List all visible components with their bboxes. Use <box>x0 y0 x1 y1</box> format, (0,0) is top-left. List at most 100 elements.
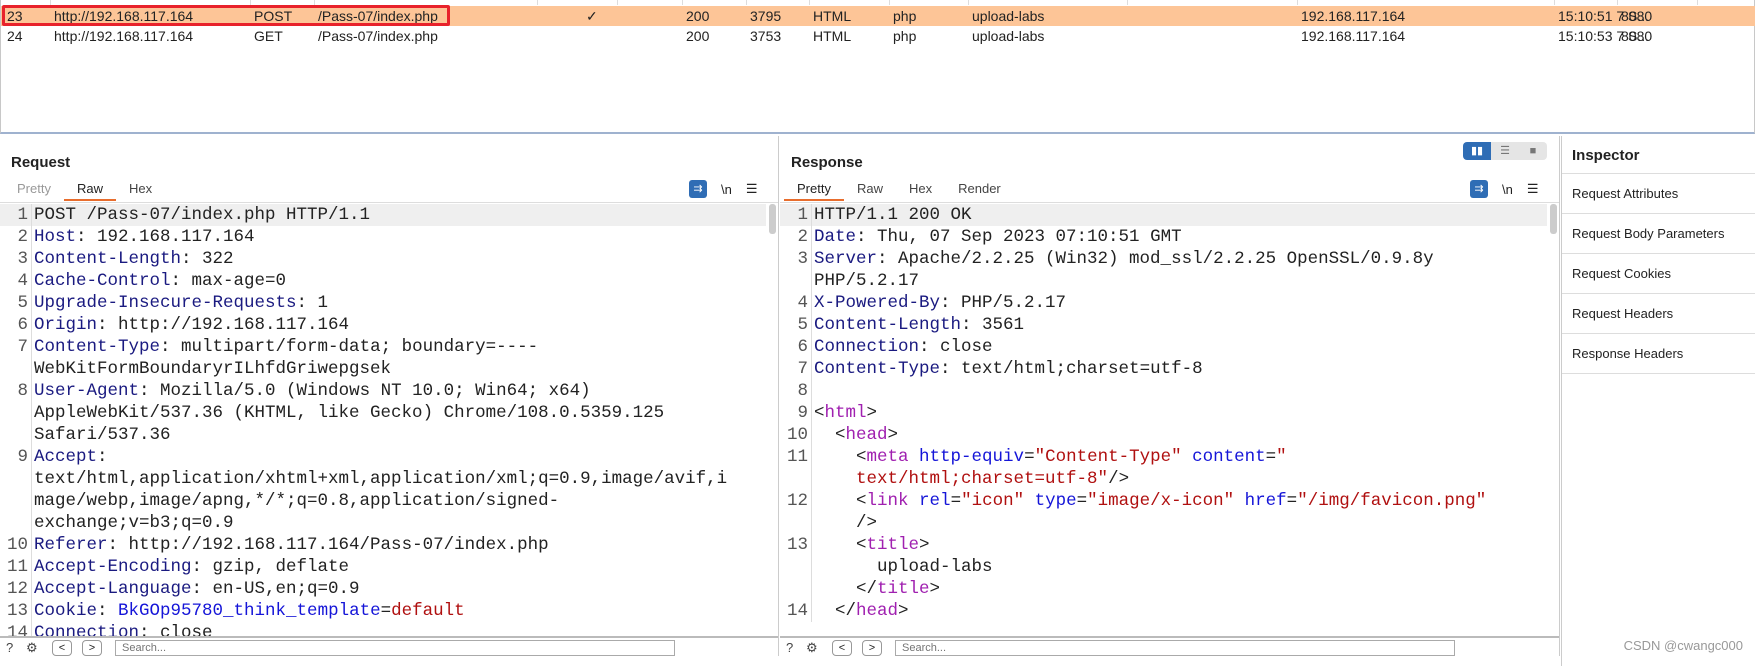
help-icon[interactable]: ? <box>6 640 13 655</box>
forward-button[interactable]: > <box>862 640 882 656</box>
code-token: : max-age=0 <box>170 271 287 291</box>
settings-icon[interactable]: ⚙ <box>806 640 818 656</box>
code-token: Content-Type <box>814 359 941 379</box>
newline-toggle-icon[interactable]: \n <box>721 182 732 197</box>
newline-toggle-icon[interactable]: \n <box>1502 182 1513 197</box>
code-token: Content-Length <box>34 249 182 269</box>
request-editor[interactable]: 1 POST /Pass-07/index.php HTTP/1.1 2 Host: … <box>0 204 766 636</box>
menu-icon[interactable]: ☰ <box>746 181 758 197</box>
code-token: < <box>814 403 825 423</box>
code-token: : <box>97 601 119 621</box>
inspector-item[interactable]: Request Headers <box>1562 294 1755 334</box>
cell-method: GET <box>254 28 283 44</box>
inspector-item[interactable]: Response Headers <box>1562 334 1755 374</box>
line-number: 7 <box>797 359 808 379</box>
inspector-title: Inspector <box>1562 136 1755 174</box>
forward-button[interactable]: > <box>82 640 102 656</box>
tab-hex[interactable]: Hex <box>116 179 165 201</box>
code-token: link <box>866 491 920 511</box>
code-line: 9 <html> <box>780 402 1547 424</box>
code-token: > <box>866 403 878 423</box>
settings-icon[interactable]: ⚙ <box>26 640 38 656</box>
code-token: > <box>887 425 899 445</box>
line-content: </head> <box>811 600 1525 622</box>
code-token: : text/html,application/xhtml+xml,applic… <box>34 447 728 533</box>
code-line: 5 Content-Length: 3561 <box>780 314 1547 336</box>
code-line: 8 <box>780 380 1547 402</box>
request-search-input[interactable] <box>115 640 675 656</box>
inspector-item[interactable]: Request Cookies <box>1562 254 1755 294</box>
inspector-item[interactable]: Request Attributes <box>1562 174 1755 214</box>
inspector-item[interactable]: Request Body Parameters <box>1562 214 1755 254</box>
response-search-input[interactable] <box>895 640 1455 656</box>
code-token: Accept-Encoding <box>34 557 192 577</box>
inspector-panel: Inspector Request Attributes Request Body… <box>1561 136 1755 666</box>
wrap-lines-icon[interactable]: ⇉ <box>1470 180 1488 198</box>
response-pane: Response ▮▮ ☰ ■ Pretty Raw Hex Render ⇉ \n … <box>780 136 1560 656</box>
line-content: HTTP/1.1 200 OK <box>811 204 1525 226</box>
line-content: Origin: http://192.168.117.164 <box>31 314 735 336</box>
line-number: 6 <box>17 315 28 335</box>
code-token: Upgrade-Insecure-Requests <box>34 293 297 313</box>
response-search-bar: ? ⚙ < > <box>780 636 1559 656</box>
help-icon[interactable]: ? <box>786 640 793 655</box>
line-content: User-Agent: Mozilla/5.0 (Windows NT 10.0… <box>31 380 735 446</box>
line-number: 10 <box>6 535 28 555</box>
line-number: 2 <box>17 227 28 247</box>
code-token: rel <box>919 491 951 511</box>
code-line: 6 Origin: http://192.168.117.164 <box>0 314 766 336</box>
tab-pretty[interactable]: Pretty <box>4 179 64 201</box>
response-scrollbar[interactable] <box>1550 204 1557 234</box>
tab-raw[interactable]: Raw <box>844 179 896 201</box>
line-number: 12 <box>786 491 808 511</box>
back-button[interactable]: < <box>52 640 72 656</box>
line-number: 14 <box>786 601 808 621</box>
menu-icon[interactable]: ☰ <box>1527 181 1539 197</box>
code-line: 12 Accept-Language: en-US,en;q=0.9 <box>0 578 766 600</box>
table-row[interactable]: 24 http://192.168.117.164 GET/Pass-07/inde… <box>1 26 1755 46</box>
code-line: 14 Connection: close <box>0 622 766 636</box>
code-token: = <box>380 601 392 621</box>
layout-switcher: ▮▮ ☰ ■ <box>1463 142 1547 160</box>
response-editor[interactable]: 1 HTTP/1.1 200 OK 2 Date: Thu, 07 Sep 2023 … <box>780 204 1547 636</box>
stacked-layout-icon[interactable]: ☰ <box>1491 142 1519 160</box>
request-scrollbar[interactable] <box>769 204 776 234</box>
line-content: Content-Length: 322 <box>31 248 735 270</box>
code-token: User-Agent <box>34 381 140 401</box>
code-token: : http://192.168.117.164 <box>97 315 350 335</box>
code-token: title <box>877 579 930 599</box>
code-token: head <box>845 425 888 445</box>
wrap-lines-icon[interactable]: ⇉ <box>689 180 707 198</box>
line-number: 7 <box>17 337 28 357</box>
cell-title: upload-labs <box>972 28 1045 44</box>
cell-length: 3795 <box>750 8 782 24</box>
code-token: < <box>814 535 867 555</box>
code-line: 5 Upgrade-Insecure-Requests: 1 <box>0 292 766 314</box>
line-content: Accept-Encoding: gzip, deflate <box>31 556 735 578</box>
back-button[interactable]: < <box>832 640 852 656</box>
side-by-side-layout-icon[interactable]: ▮▮ <box>1463 142 1491 160</box>
line-content: <title> upload-labs </title> <box>811 534 1525 600</box>
code-token: : 322 <box>181 249 234 269</box>
code-token: title <box>866 535 920 555</box>
tab-hex[interactable]: Hex <box>896 179 945 201</box>
line-number: 13 <box>786 535 808 555</box>
line-number: 8 <box>797 381 808 401</box>
code-line: 7 Content-Type: multipart/form-data; boun… <box>0 336 766 380</box>
code-line: 11 <meta http-equiv="Content-Type" conte… <box>780 446 1547 490</box>
code-token: "/img/favicon.png" <box>1297 491 1487 511</box>
line-content: Content-Type: text/html;charset=utf-8 <box>811 358 1525 380</box>
code-line: 12 <link rel="icon" type="image/x-icon" … <box>780 490 1547 534</box>
tab-pretty[interactable]: Pretty <box>784 179 844 201</box>
line-number: 3 <box>797 249 808 269</box>
tab-raw[interactable]: Raw <box>63 179 116 201</box>
cell-ip: 192.168.117.164 <box>1301 8 1406 24</box>
line-content: Host: 192.168.117.164 <box>31 226 735 248</box>
cell-mime: HTML <box>813 28 852 44</box>
code-line: 1 HTTP/1.1 200 OK <box>780 204 1547 226</box>
tab-render[interactable]: Render <box>945 179 1014 201</box>
code-token: Cookie <box>34 601 98 621</box>
request-title: Request <box>11 154 71 171</box>
cell-ext: php <box>893 28 917 44</box>
single-layout-icon[interactable]: ■ <box>1519 142 1547 160</box>
